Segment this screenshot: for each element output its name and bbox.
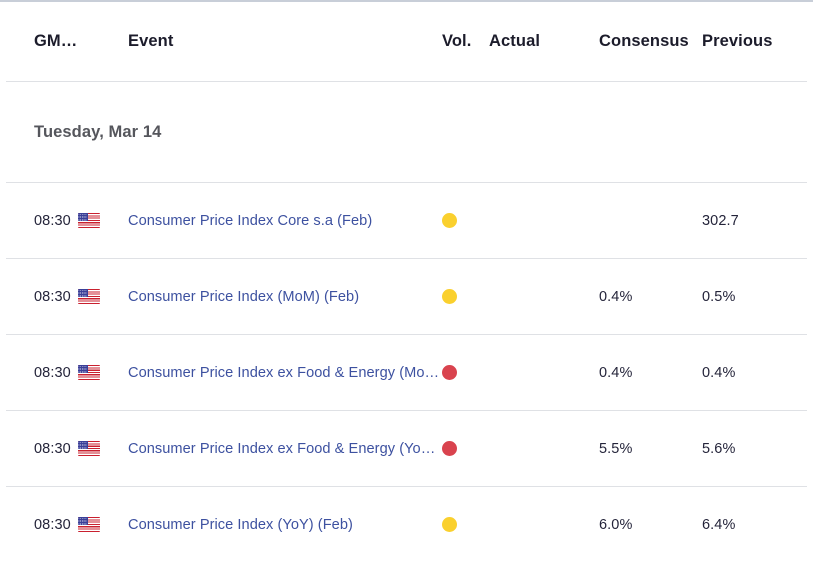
cell-consensus: 6.0% [599, 516, 702, 534]
cell-consensus: 0.4% [599, 288, 702, 306]
cell-volatility [442, 289, 489, 304]
event-link[interactable]: Consumer Price Index ex Food & Energy (M… [128, 365, 440, 381]
cell-consensus: 0.4% [599, 364, 702, 382]
table-header-row: GM… Event Vol. Actual Consensus Previous [0, 2, 813, 81]
cell-event: Consumer Price Index (MoM) (Feb) [128, 289, 442, 305]
cell-time: 08:30 [0, 365, 128, 381]
us-flag-icon [77, 213, 100, 228]
previous-value: 6.4% [702, 516, 736, 533]
cell-event: Consumer Price Index ex Food & Energy (M… [128, 365, 442, 381]
date-group-row: Tuesday, Mar 14 [0, 82, 813, 182]
event-time: 08:30 [34, 440, 71, 457]
us-flag-icon [77, 441, 100, 456]
event-time: 08:30 [34, 516, 71, 533]
previous-value: 302.7 [702, 212, 739, 229]
header-label-vol: Vol. [442, 32, 472, 50]
previous-value: 0.4% [702, 364, 736, 381]
cell-previous: 302.7 [702, 212, 803, 230]
economic-calendar-table: GM… Event Vol. Actual Consensus Previous… [0, 0, 813, 562]
cell-time: 08:30 [0, 289, 128, 305]
header-cell-consensus[interactable]: Consensus [599, 32, 702, 51]
consensus-value: 0.4% [599, 288, 633, 305]
table-body: 08:30 Consumer Price Index Core s.a (Feb)… [0, 183, 813, 562]
cell-consensus: 5.5% [599, 440, 702, 458]
header-label-previous: Previous [702, 32, 773, 50]
cell-previous: 0.4% [702, 364, 803, 382]
previous-value: 5.6% [702, 440, 736, 457]
table-row[interactable]: 08:30 Consumer Price Index (YoY) (Feb) 6.0… [0, 487, 813, 562]
header-label-consensus: Consensus [599, 32, 689, 50]
header-cell-event[interactable]: Event [128, 32, 442, 51]
event-time: 08:30 [34, 288, 71, 305]
cell-time: 08:30 [0, 517, 128, 533]
volatility-dot-icon [442, 517, 457, 532]
consensus-value: 5.5% [599, 440, 633, 457]
us-flag-icon [77, 517, 100, 532]
cell-previous: 5.6% [702, 440, 803, 458]
header-cell-actual[interactable]: Actual [489, 32, 599, 51]
volatility-dot-icon [442, 365, 457, 380]
header-label-time: GM… [34, 32, 78, 50]
event-link[interactable]: Consumer Price Index (MoM) (Feb) [128, 289, 440, 305]
cell-volatility [442, 517, 489, 532]
event-link[interactable]: Consumer Price Index (YoY) (Feb) [128, 517, 440, 533]
event-time: 08:30 [34, 364, 71, 381]
cell-volatility [442, 441, 489, 456]
cell-event: Consumer Price Index Core s.a (Feb) [128, 213, 442, 229]
consensus-value: 6.0% [599, 516, 633, 533]
cell-previous: 0.5% [702, 288, 803, 306]
us-flag-icon [77, 365, 100, 380]
date-group-label: Tuesday, Mar 14 [34, 122, 162, 141]
cell-time: 08:30 [0, 441, 128, 457]
table-row[interactable]: 08:30 Consumer Price Index ex Food & Ener… [0, 335, 813, 410]
table-row[interactable]: 08:30 Consumer Price Index Core s.a (Feb)… [0, 183, 813, 258]
event-link[interactable]: Consumer Price Index Core s.a (Feb) [128, 213, 440, 229]
cell-event: Consumer Price Index (YoY) (Feb) [128, 517, 442, 533]
header-cell-vol[interactable]: Vol. [442, 32, 489, 51]
header-label-actual: Actual [489, 32, 541, 50]
cell-event: Consumer Price Index ex Food & Energy (Y… [128, 441, 442, 457]
header-cell-previous[interactable]: Previous [702, 32, 803, 51]
cell-time: 08:30 [0, 213, 128, 229]
cell-previous: 6.4% [702, 516, 803, 534]
table-row[interactable]: 08:30 Consumer Price Index (MoM) (Feb) 0.4… [0, 259, 813, 334]
previous-value: 0.5% [702, 288, 736, 305]
consensus-value: 0.4% [599, 364, 633, 381]
cell-volatility [442, 365, 489, 380]
event-link[interactable]: Consumer Price Index ex Food & Energy (Y… [128, 441, 440, 457]
volatility-dot-icon [442, 213, 457, 228]
event-time: 08:30 [34, 212, 71, 229]
volatility-dot-icon [442, 441, 457, 456]
us-flag-icon [77, 289, 100, 304]
cell-volatility [442, 213, 489, 228]
volatility-dot-icon [442, 289, 457, 304]
table-row[interactable]: 08:30 Consumer Price Index ex Food & Ener… [0, 411, 813, 486]
header-cell-time[interactable]: GM… [0, 32, 128, 51]
header-label-event: Event [128, 32, 174, 50]
